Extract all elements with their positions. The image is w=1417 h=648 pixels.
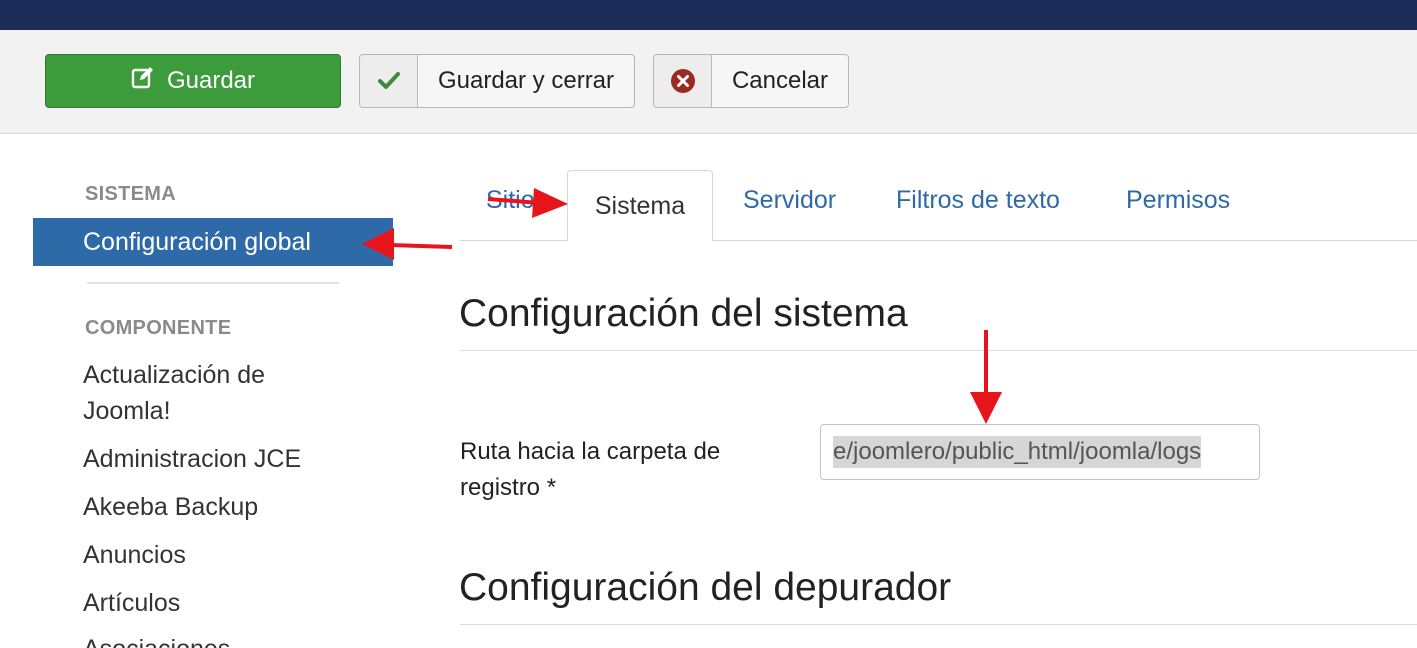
section-divider bbox=[460, 624, 1417, 625]
log-path-value: e/joomlero/public_html/joomla/logs bbox=[833, 436, 1202, 468]
cancel-button[interactable]: Cancelar bbox=[653, 54, 849, 108]
tab-server[interactable]: Servidor bbox=[743, 186, 836, 215]
log-path-label: Ruta hacia la carpeta de registro * bbox=[460, 434, 780, 506]
save-button[interactable]: Guardar bbox=[45, 54, 341, 108]
log-path-input[interactable]: e/joomlero/public_html/joomla/logs bbox=[820, 424, 1260, 480]
tab-permissions[interactable]: Permisos bbox=[1126, 186, 1230, 215]
sidebar-item-associations[interactable]: Asociaciones bbox=[83, 631, 230, 648]
sidebar-item-jce-admin[interactable]: Administracion JCE bbox=[83, 441, 301, 477]
sidebar-item-label: Joomla! bbox=[83, 397, 171, 425]
log-path-label-line: registro * bbox=[460, 474, 557, 501]
toolbar: Guardar Guardar y cerrar Cancelar bbox=[0, 30, 1417, 134]
section-title-debug-config: Configuración del depurador bbox=[459, 566, 952, 609]
sidebar-heading-system: SISTEMA bbox=[85, 183, 176, 205]
tab-site[interactable]: Sitio bbox=[486, 186, 535, 215]
checkmark-icon bbox=[360, 55, 418, 107]
edit-icon bbox=[131, 66, 155, 97]
tab-system[interactable]: Sistema bbox=[567, 170, 713, 242]
save-and-close-label: Guardar y cerrar bbox=[437, 67, 615, 94]
sidebar-item-label: Actualización de bbox=[83, 361, 266, 389]
section-divider bbox=[460, 350, 1417, 351]
sidebar-item-global-configuration[interactable]: Configuración global bbox=[33, 218, 393, 266]
cancel-circle-icon bbox=[654, 55, 712, 107]
sidebar-item-akeeba-backup[interactable]: Akeeba Backup bbox=[83, 489, 258, 525]
log-path-label-line: Ruta hacia la carpeta de bbox=[460, 438, 721, 465]
save-and-close-button[interactable]: Guardar y cerrar bbox=[359, 54, 635, 108]
sidebar-item-banners[interactable]: Anuncios bbox=[83, 537, 186, 573]
cancel-label: Cancelar bbox=[731, 67, 829, 94]
tab-text-filters[interactable]: Filtros de texto bbox=[896, 186, 1060, 215]
sidebar-divider bbox=[87, 282, 339, 284]
sidebar-item-joomla-update[interactable]: Actualización de Joomla! bbox=[83, 357, 265, 429]
sidebar-heading-component: COMPONENTE bbox=[85, 317, 232, 339]
save-button-label: Guardar bbox=[166, 67, 256, 94]
top-navbar bbox=[0, 0, 1417, 30]
section-title-system-config: Configuración del sistema bbox=[459, 292, 908, 335]
arrow-to-log-path-icon bbox=[970, 330, 1002, 424]
global-config-page: Guardar Guardar y cerrar Cancelar SISTEM… bbox=[0, 0, 1417, 648]
sidebar-item-articles[interactable]: Artículos bbox=[83, 585, 180, 621]
